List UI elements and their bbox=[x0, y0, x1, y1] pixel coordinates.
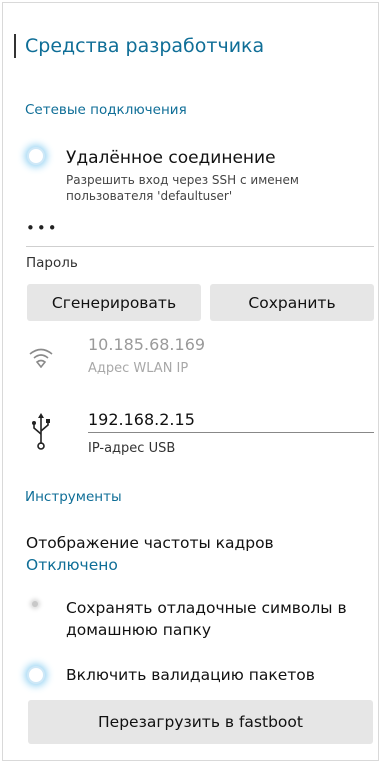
package-validation-label[interactable]: Включить валидацию пакетов bbox=[66, 664, 315, 686]
debug-symbols-label[interactable]: Сохранять отладочные символы в домашнюю … bbox=[66, 597, 366, 641]
wlan-ip-label: Адрес WLAN IP bbox=[88, 361, 189, 376]
generate-button[interactable]: Сгенерировать bbox=[27, 284, 201, 321]
remote-connection-title[interactable]: Удалённое соединение bbox=[66, 148, 276, 168]
usb-ip-label: IP-адрес USB bbox=[88, 441, 176, 456]
header-indicator bbox=[14, 34, 16, 58]
remote-connection-toggle[interactable] bbox=[29, 149, 43, 163]
usb-ip-underline bbox=[88, 432, 374, 433]
page-title: Средства разработчика bbox=[25, 35, 265, 57]
wlan-ip-value[interactable]: 10.185.68.169 bbox=[88, 335, 205, 354]
password-underline bbox=[26, 246, 374, 247]
fps-setting-title[interactable]: Отображение частоты кадров bbox=[26, 534, 274, 552]
reboot-fastboot-button[interactable]: Перезагрузить в fastboot bbox=[28, 700, 373, 744]
section-title-tools: Инструменты bbox=[25, 489, 122, 505]
password-label: Пароль bbox=[26, 255, 78, 271]
fps-setting-value[interactable]: Отключено bbox=[26, 556, 118, 574]
debug-symbols-toggle[interactable] bbox=[32, 601, 38, 607]
remote-connection-description: Разрешить вход через SSH с именем пользо… bbox=[66, 173, 299, 203]
save-button[interactable]: Сохранить bbox=[210, 284, 374, 321]
usb-icon bbox=[32, 413, 50, 450]
password-field[interactable]: ••• bbox=[26, 219, 59, 237]
section-title-network: Сетевые подключения bbox=[25, 102, 187, 118]
usb-ip-value[interactable]: 192.168.2.15 bbox=[88, 410, 195, 429]
wifi-icon bbox=[29, 348, 53, 368]
package-validation-toggle[interactable] bbox=[29, 668, 43, 682]
